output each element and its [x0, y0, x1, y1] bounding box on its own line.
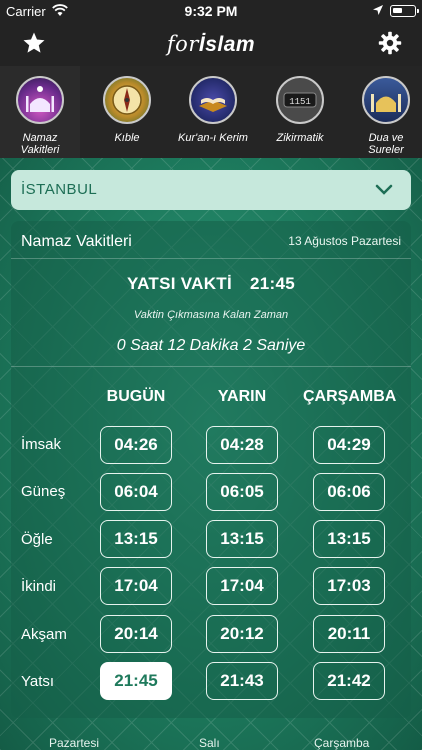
time-cell[interactable]: 06:04	[100, 473, 172, 511]
bottom-day-tabs: Pazartesi Salı Çarşamba	[0, 736, 422, 750]
time-cell[interactable]: 13:15	[100, 520, 172, 558]
shortcut-label: Kıble	[114, 132, 140, 144]
shortcut-bar: Namaz Vakitleri Kıble Kur'an-ı Kerim 115…	[0, 66, 422, 158]
quran-icon	[189, 76, 237, 124]
card-title: Namaz Vakitleri	[21, 233, 132, 250]
tab-monday[interactable]: Pazartesi	[49, 736, 99, 750]
mosque-icon	[16, 76, 64, 124]
divider	[11, 366, 411, 367]
shortcut-label: Dua ve Sureler	[368, 132, 404, 156]
app-logo: forİslam	[166, 32, 256, 56]
row-label-aksam: Akşam	[21, 626, 67, 643]
remaining-countdown: 0 Saat 12 Dakika 2 Saniye	[116, 337, 306, 354]
shortcut-label: Namaz Vakitleri	[20, 132, 60, 156]
time-cell[interactable]: 13:15	[206, 520, 278, 558]
gear-icon[interactable]	[378, 31, 402, 55]
shortcut-qibla[interactable]: Kıble	[87, 76, 167, 144]
battery-icon	[390, 5, 419, 17]
next-prayer-time: 21:45	[250, 274, 295, 293]
column-header-tomorrow: YARIN	[217, 388, 267, 405]
location-arrow-icon	[373, 5, 383, 15]
time-cell[interactable]: 17:04	[100, 567, 172, 605]
mosque-dome-icon	[362, 76, 410, 124]
tab-wednesday[interactable]: Çarşamba	[314, 736, 369, 750]
prayer-times-card: Namaz Vakitleri 13 Ağustos Pazartesi YAT…	[11, 221, 411, 718]
city-dropdown[interactable]: İSTANBUL	[11, 170, 411, 210]
shortcut-label: Kur'an-ı Kerim	[178, 132, 248, 144]
time-cell[interactable]: 04:26	[100, 426, 172, 464]
next-prayer: YATSI VAKTİ 21:45	[11, 274, 411, 294]
nav-bar: forİslam	[0, 22, 422, 66]
time-cell[interactable]: 17:04	[206, 567, 278, 605]
time-cell[interactable]: 06:05	[206, 473, 278, 511]
card-header: Namaz Vakitleri 13 Ağustos Pazartesi	[11, 221, 411, 259]
card-date: 13 Ağustos Pazartesi	[288, 234, 401, 248]
shortcut-quran[interactable]: Kur'an-ı Kerim	[173, 76, 253, 144]
time-cell[interactable]: 21:42	[313, 662, 385, 700]
shortcut-prayer-times[interactable]: Namaz Vakitleri	[0, 66, 80, 158]
row-label-gunes: Güneş	[21, 483, 66, 500]
column-header-wednesday: ÇARŞAMBA	[303, 388, 397, 405]
time-cell[interactable]: 06:06	[313, 473, 385, 511]
time-cell[interactable]: 04:29	[313, 426, 385, 464]
clock: 9:32 PM	[184, 3, 238, 19]
counter-icon: 1151	[276, 76, 324, 124]
time-cell-active[interactable]: 21:45	[100, 662, 172, 700]
time-cell[interactable]: 17:03	[313, 567, 385, 605]
row-label-ikindi: İkindi	[21, 578, 57, 595]
time-cell[interactable]: 04:28	[206, 426, 278, 464]
city-name: İSTANBUL	[21, 181, 98, 198]
tab-tuesday[interactable]: Salı	[199, 736, 220, 750]
column-header-today: BUGÜN	[106, 388, 166, 405]
svg-text:1151: 1151	[289, 97, 311, 107]
compass-icon	[103, 76, 151, 124]
time-cell[interactable]: 20:12	[206, 615, 278, 653]
row-label-yatsi: Yatsı	[21, 673, 55, 690]
time-cell[interactable]: 21:43	[206, 662, 278, 700]
next-prayer-name: YATSI VAKTİ	[127, 274, 233, 293]
time-cell[interactable]: 20:11	[313, 615, 385, 653]
time-cell[interactable]: 20:14	[100, 615, 172, 653]
row-label-imsak: İmsak	[21, 436, 62, 453]
shortcut-label: Zikirmatik	[276, 132, 324, 144]
shortcut-zikirmatik[interactable]: 1151 Zikirmatik	[260, 76, 340, 144]
row-label-ogle: Öğle	[21, 531, 53, 548]
time-cell[interactable]: 13:15	[313, 520, 385, 558]
status-bar: Carrier 9:32 PM	[0, 0, 422, 22]
chevron-down-icon	[375, 184, 393, 195]
shortcut-dua[interactable]: Dua ve Sureler	[346, 76, 422, 156]
remaining-label: Vaktin Çıkmasına Kalan Zaman	[133, 309, 289, 321]
